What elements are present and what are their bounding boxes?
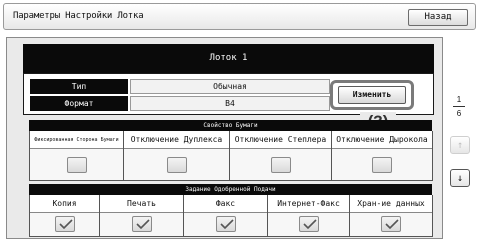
checkmark-icon [303, 219, 317, 230]
paper_properties-label: Фиксированная Сторона Бумаги [30, 131, 123, 149]
scroll-down-button[interactable]: ↓ [450, 169, 470, 187]
change-button-highlight: Изменить [330, 80, 414, 110]
feed_modes-label: Копия [30, 195, 99, 213]
arrow-up-icon: ↑ [456, 140, 464, 151]
type-value: Обычная [130, 79, 330, 94]
feed_modes-cell: Интернет-Факс [268, 195, 350, 237]
paper_properties-label: Отключение Дуплекса [124, 131, 229, 149]
window-title: Параметры Настройки Лотка [13, 11, 144, 21]
feed_modes-checkbox[interactable] [299, 216, 319, 232]
feed_modes-label: Интернет-Факс [268, 195, 349, 213]
checkmark-icon [136, 219, 150, 230]
feed-modes-header: Задание Одобренной Подачи [29, 184, 432, 195]
paper-properties-header: Свойство Бумаги [29, 120, 432, 131]
feed_modes-checkbox[interactable] [216, 216, 236, 232]
arrow-down-icon: ↓ [456, 173, 464, 184]
feed_modes-checkbox[interactable] [55, 216, 75, 232]
feed-modes-grid: Копия Печать Факс Интернет-Факс Хран-ие данн… [29, 195, 433, 237]
feed_modes-label: Хран-ие данных [350, 195, 432, 213]
checkmark-icon [59, 219, 73, 230]
page-indicator: 1 6 [451, 95, 467, 118]
paper_properties-cell: Фиксированная Сторона Бумаги [30, 131, 124, 181]
title-bar: Параметры Настройки Лотка Назад [3, 3, 476, 30]
paper_properties-checkbox[interactable] [167, 157, 187, 173]
paper_properties-cell: Отключение Степлера [230, 131, 332, 181]
paper-properties-grid: Фиксированная Сторона Бумаги Отключение Д… [29, 131, 433, 181]
paper_properties-label: Отключение Дырокола [332, 131, 432, 149]
checkmark-icon [220, 219, 234, 230]
total-pages: 6 [456, 109, 462, 118]
feed_modes-checkbox[interactable] [132, 216, 152, 232]
paper_properties-checkbox[interactable] [271, 157, 291, 173]
size-value: B4 [130, 96, 330, 111]
back-button[interactable]: Назад [408, 9, 468, 26]
checkmark-icon [385, 219, 399, 230]
feed_modes-checkbox[interactable] [381, 216, 401, 232]
feed_modes-cell: Копия [30, 195, 100, 237]
paper_properties-checkbox[interactable] [372, 157, 392, 173]
current-page: 1 [456, 95, 462, 104]
feed_modes-label: Печать [100, 195, 183, 213]
paper_properties-label: Отключение Степлера [230, 131, 331, 149]
size-label: Формат [30, 96, 128, 111]
page-divider [453, 106, 465, 107]
scroll-up-button[interactable]: ↑ [450, 136, 470, 154]
tray-header: Лоток 1 [23, 44, 434, 73]
type-label: Тип [30, 79, 128, 94]
paper_properties-checkbox[interactable] [67, 157, 87, 173]
feed_modes-cell: Печать [100, 195, 184, 237]
change-button[interactable]: Изменить [338, 86, 406, 104]
feed_modes-cell: Хран-ие данных [350, 195, 433, 237]
paper_properties-cell: Отключение Дырокола [332, 131, 433, 181]
paper_properties-cell: Отключение Дуплекса [124, 131, 230, 181]
feed_modes-cell: Факс [184, 195, 268, 237]
feed_modes-label: Факс [184, 195, 267, 213]
